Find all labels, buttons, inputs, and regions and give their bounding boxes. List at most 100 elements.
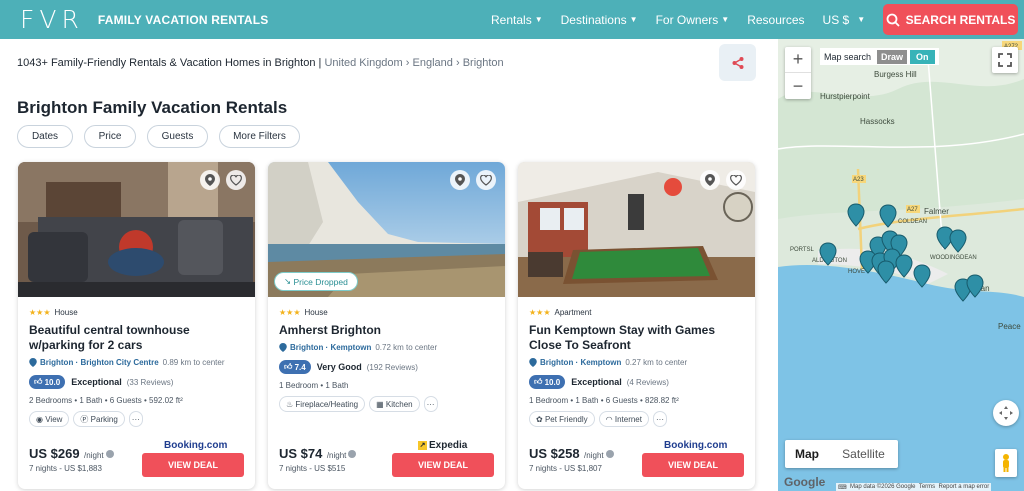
- nav-rentals-label: Rentals: [491, 12, 532, 27]
- filter-more[interactable]: More Filters: [219, 125, 300, 148]
- filter-bar: Dates Price Guests More Filters: [17, 125, 311, 148]
- more-amenities-button[interactable]: ···: [652, 411, 667, 427]
- share-button[interactable]: [719, 44, 756, 81]
- currency-selector[interactable]: US $ ▼: [823, 13, 866, 27]
- map-pin-button[interactable]: [700, 170, 720, 190]
- listing-area[interactable]: Kemptown: [580, 358, 621, 367]
- listing-title[interactable]: Beautiful central townhouse w/parking fo…: [29, 323, 247, 353]
- pan-control[interactable]: [993, 400, 1019, 426]
- breadcrumb-link[interactable]: United Kingdom: [324, 57, 402, 69]
- map-pin-button[interactable]: [200, 170, 220, 190]
- amenity-chip: ♨ Fireplace/Heating: [279, 396, 366, 412]
- favorite-button[interactable]: [226, 170, 246, 190]
- view-deal-button[interactable]: VIEW DEAL: [392, 453, 494, 477]
- breadcrumb-separator: ›: [455, 57, 460, 69]
- favorite-button[interactable]: [476, 170, 496, 190]
- paw-icon: ✿: [536, 414, 543, 424]
- trending-down-icon: ↘: [284, 276, 292, 286]
- listing-city[interactable]: Brighton: [40, 358, 73, 367]
- draw-toggle[interactable]: Draw: [877, 49, 908, 64]
- nav-for-owners[interactable]: For Owners ▼: [656, 13, 730, 27]
- thumbs-up-icon: 👍︎: [34, 377, 43, 386]
- property-type: Apartment: [554, 308, 592, 317]
- filter-price[interactable]: Price: [84, 125, 136, 148]
- listing-area[interactable]: Brighton City Centre: [80, 358, 158, 367]
- more-amenities-button[interactable]: ···: [128, 411, 143, 427]
- provider-logo: Booking.com: [164, 440, 228, 451]
- map-pin-button[interactable]: [450, 170, 470, 190]
- more-amenities-button[interactable]: ···: [423, 396, 438, 412]
- nav-destinations[interactable]: Destinations ▼: [561, 13, 638, 27]
- view-deal-button[interactable]: VIEW DEAL: [642, 453, 744, 477]
- price-unit: /night: [326, 451, 347, 460]
- favorite-button[interactable]: [726, 170, 746, 190]
- street-view-pegman[interactable]: [995, 449, 1017, 477]
- listing-photo[interactable]: ↘ Price Dropped: [268, 162, 505, 297]
- amenity-chip: ◠ Internet: [598, 411, 649, 427]
- listing-city[interactable]: Brighton: [290, 343, 323, 352]
- kitchen-icon: ▦: [376, 399, 384, 409]
- listing-card[interactable]: ↘ Price Dropped ★★★ House Amherst Brighto…: [268, 162, 505, 489]
- filter-dates[interactable]: Dates: [17, 125, 73, 148]
- listing-location: Brighton · Brighton City Centre 0.89 km …: [29, 358, 247, 367]
- listing-area[interactable]: Kemptown: [330, 343, 371, 352]
- site-logo[interactable]: FVR FAMILY VACATION RENTALS: [20, 5, 268, 34]
- rating-label: Very Good: [316, 362, 362, 372]
- listing-city[interactable]: Brighton: [540, 358, 573, 367]
- heart-icon: [480, 174, 492, 186]
- amenity-label: Internet: [614, 414, 642, 424]
- map-label: PORTSL: [790, 247, 815, 253]
- listing-title[interactable]: Fun Kemptown Stay with Games Close To Se…: [529, 323, 747, 353]
- nightly-price: US $269: [29, 446, 80, 461]
- zoom-in-button[interactable]: +: [785, 47, 811, 73]
- location-pin-icon: [279, 343, 287, 352]
- report-error-link[interactable]: Report a map error: [939, 484, 990, 490]
- view-deal-button[interactable]: VIEW DEAL: [142, 453, 244, 477]
- listing-photo[interactable]: [518, 162, 755, 297]
- breadcrumb: 1043+ Family-Friendly Rentals & Vacation…: [17, 57, 504, 69]
- keyboard-icon[interactable]: ⌨: [838, 484, 847, 491]
- chevron-down-icon: ▼: [857, 15, 866, 24]
- amenity-label: View: [45, 414, 63, 424]
- info-icon[interactable]: [348, 449, 357, 458]
- listing-card[interactable]: ★★★ House Beautiful central townhouse w/p…: [18, 162, 255, 489]
- info-icon[interactable]: [105, 449, 114, 458]
- wifi-icon: ◠: [605, 414, 613, 424]
- location-separator: ·: [73, 358, 81, 367]
- amenity-chip: Ⓟ Parking: [73, 411, 125, 427]
- filter-guests[interactable]: Guests: [147, 125, 208, 148]
- nav-rentals[interactable]: Rentals ▼: [491, 13, 543, 27]
- breadcrumb-link[interactable]: England: [413, 57, 453, 69]
- star-icon: ★★★: [279, 308, 301, 317]
- map-canvas[interactable]: Burgess Hill Hurstpierpoint Hassocks Fal…: [778, 39, 1024, 491]
- listing-title[interactable]: Amherst Brighton: [279, 323, 497, 338]
- search-rentals-button[interactable]: SEARCH RENTALS: [883, 4, 1018, 35]
- search-rentals-label: SEARCH RENTALS: [905, 12, 1016, 27]
- map-search-on-toggle[interactable]: On: [910, 49, 935, 64]
- map-type-map[interactable]: Map: [785, 447, 829, 461]
- review-rating: 👍︎ 7.4 Very Good (192 Reviews): [279, 360, 497, 374]
- eye-icon: ◉: [36, 414, 43, 424]
- nav-resources[interactable]: Resources: [747, 13, 804, 27]
- search-icon: [886, 13, 900, 27]
- listing-card[interactable]: ★★★ Apartment Fun Kemptown Stay with Game…: [518, 162, 755, 489]
- map-data-credit: Map data ©2026 Google: [850, 484, 916, 490]
- fire-icon: ♨: [286, 399, 294, 409]
- review-score: 👍︎ 7.4: [279, 360, 311, 374]
- listing-photo[interactable]: [18, 162, 255, 297]
- review-count: (33 Reviews): [126, 377, 174, 387]
- zoom-out-button[interactable]: −: [785, 73, 811, 99]
- amenities: ◉ View Ⓟ Parking ···: [29, 411, 247, 427]
- review-count: (192 Reviews): [366, 362, 418, 372]
- provider-logo: ↗ Expedia: [418, 440, 467, 451]
- amenity-chip: ✿ Pet Friendly: [529, 411, 595, 427]
- map-panel[interactable]: Burgess Hill Hurstpierpoint Hassocks Fal…: [778, 39, 1024, 491]
- map-type-satellite[interactable]: Satellite: [829, 447, 898, 461]
- terms-link[interactable]: Terms: [919, 484, 935, 490]
- price-dropped-label: Price Dropped: [293, 276, 348, 287]
- star-icon: ★★★: [529, 308, 551, 317]
- info-icon[interactable]: [605, 449, 614, 458]
- fullscreen-button[interactable]: [992, 47, 1018, 73]
- amenity-chip: ▦ Kitchen: [369, 396, 420, 412]
- map-label: Hassocks: [860, 117, 895, 126]
